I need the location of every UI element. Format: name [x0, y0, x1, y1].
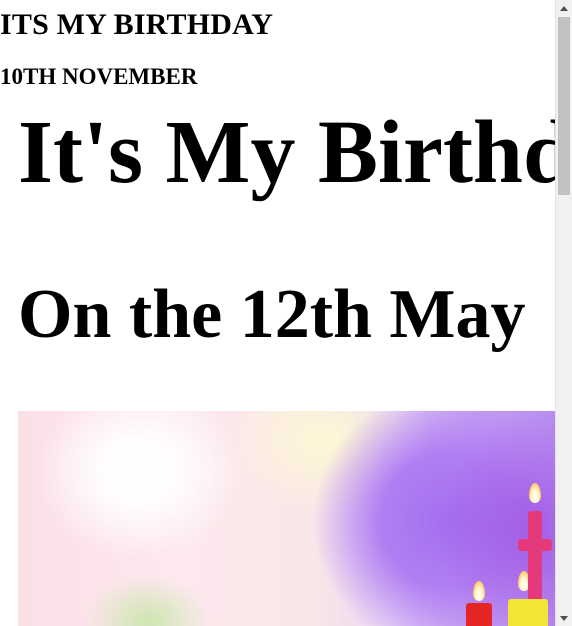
vertical-scrollbar[interactable] — [555, 0, 572, 626]
birthday-photo — [18, 411, 555, 626]
small-title: ITS MY BIRTHDAY — [0, 8, 274, 41]
scroll-down-arrow-icon[interactable] — [556, 610, 572, 626]
scroll-up-arrow-icon[interactable] — [556, 0, 572, 16]
candle-flame — [473, 581, 485, 601]
big-title: It's My Birthday — [18, 103, 555, 202]
date-heading: On the 12th May — [18, 276, 526, 353]
browser-viewport: ITS MY BIRTHDAY 10TH NOVEMBER It's My Bi… — [0, 0, 572, 626]
red-candle — [466, 603, 492, 626]
candle-flame — [529, 483, 541, 503]
yellow-candle — [508, 599, 548, 626]
scrollbar-thumb[interactable] — [558, 17, 570, 195]
pink-candle-bar — [518, 539, 552, 551]
page-content: ITS MY BIRTHDAY 10TH NOVEMBER It's My Bi… — [0, 0, 555, 626]
small-date: 10TH NOVEMBER — [0, 64, 198, 89]
